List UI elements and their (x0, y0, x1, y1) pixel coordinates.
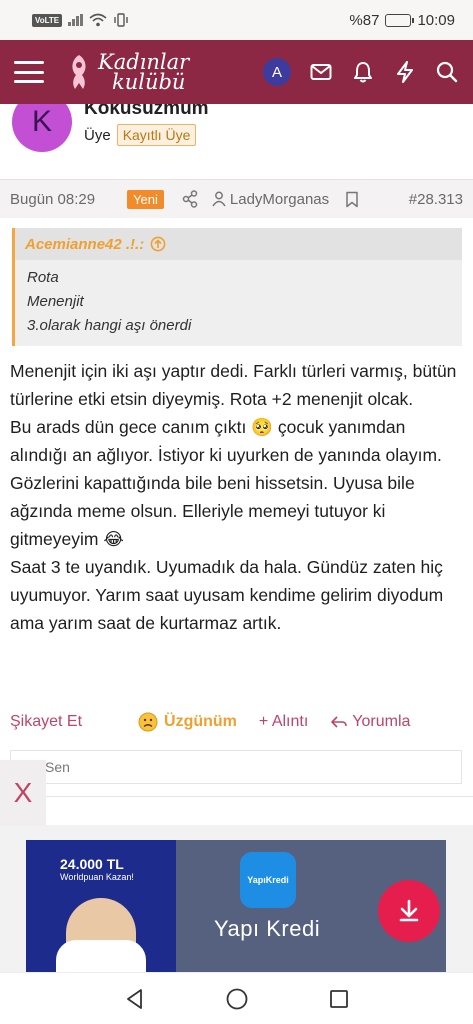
post-number[interactable]: #28.313 (409, 191, 463, 208)
mention-user[interactable]: LadyMorganas (212, 191, 329, 208)
site-logo[interactable]: Kadınlar kulübü (66, 50, 190, 94)
post-paragraph: Menenjit için iki aşı yaptır dedi. Farkl… (10, 361, 457, 409)
search-icon[interactable] (435, 60, 459, 84)
menu-icon[interactable] (14, 61, 44, 83)
post-paragraph: Bu arads dün gece canım çıktı 🥺 çocuk ya… (10, 417, 442, 549)
mail-icon[interactable] (309, 60, 333, 84)
quote-header[interactable]: Acemianne42 .!.: (15, 228, 462, 260)
ad-person-shirt (56, 940, 146, 972)
post-meta-bar: Bugün 08:29 Yeni LadyMorganas #28.313 (0, 180, 473, 218)
home-icon[interactable] (223, 985, 251, 1013)
quote-line: Rota (27, 269, 59, 286)
member-badge: Kayıtlı Üye (116, 124, 197, 146)
ad-promo-amount: 24.000 TL (60, 856, 124, 872)
header-icons: A (263, 58, 459, 86)
report-button[interactable]: Şikayet Et (10, 713, 82, 731)
author-meta: Üye Kayıtlı Üye (84, 124, 197, 146)
quote-button[interactable]: + Alıntı (259, 713, 308, 731)
ad-brand-name: Yapı Kredi (214, 916, 321, 941)
post-author-block: K Kokusuzmum Üye Kayıtlı Üye (0, 92, 473, 180)
ad-app-logo: YapıKredi (240, 852, 296, 908)
quote-line: 3.olarak hangi aşı önerdi (27, 317, 192, 334)
ad-area: 24.000 TL Worldpuan Kazan! YapıKredi Yap… (0, 825, 473, 972)
logo-mark-icon (72, 55, 86, 89)
download-icon[interactable] (378, 880, 440, 942)
bell-icon[interactable] (351, 60, 375, 84)
mention-username: LadyMorganas (229, 190, 330, 208)
reaction-label: Üzgünüm (164, 713, 237, 730)
ad-promo-sub: Worldpuan Kazan! (60, 872, 134, 882)
back-icon[interactable] (121, 985, 149, 1013)
post-body: Menenjit için iki aşı yaptır dedi. Farkl… (10, 357, 466, 637)
battery-percent: %87 (349, 11, 380, 29)
reactions-text: Sen (45, 759, 70, 775)
clock: 10:09 (417, 11, 455, 29)
arrow-up-circle-icon (150, 236, 166, 252)
quote-line: Menenjit (27, 293, 84, 310)
new-badge: Yeni (127, 189, 164, 209)
battery-icon (385, 13, 415, 27)
bookmark-icon[interactable] (345, 191, 359, 208)
share-icon[interactable] (182, 190, 198, 208)
ad-banner[interactable]: 24.000 TL Worldpuan Kazan! YapıKredi Yap… (26, 840, 446, 972)
quote-block: Acemianne42 .!.: Rota Menenjit 3.olarak … (12, 228, 462, 346)
quote-body: Rota Menenjit 3.olarak hangi aşı önerdi (15, 260, 462, 344)
vibrate-icon (114, 13, 128, 27)
user-icon (212, 191, 226, 207)
system-nav-bar (0, 972, 473, 1024)
status-right: %87 10:09 (349, 12, 455, 29)
post-paragraph: Saat 3 te uyandık. Uyumadık da hala. Gün… (10, 557, 444, 633)
wifi-icon (89, 13, 107, 27)
logo-text: Kadınlar kulübü (98, 50, 190, 94)
post-actions: Şikayet Et Üzgünüm + Alıntı Yorumla (0, 705, 473, 739)
reply-label: Yorumla (352, 713, 411, 730)
app-header: Kadınlar kulübü A (0, 40, 473, 104)
sad-face-icon (138, 712, 158, 732)
divider (0, 796, 473, 797)
author-role: Üye (84, 126, 111, 144)
user-avatar-button[interactable]: A (263, 58, 291, 86)
quote-author: Acemianne42 .!.: (25, 235, 145, 253)
ad-promo-panel: 24.000 TL Worldpuan Kazan! (26, 840, 176, 972)
reply-icon (331, 716, 348, 728)
status-left: VoLTE (32, 13, 129, 27)
reactions-summary[interactable]: Sen (10, 750, 462, 784)
lightning-icon[interactable] (393, 60, 417, 84)
reply-button[interactable]: Yorumla (330, 713, 410, 731)
volte-indicator: VoLTE (32, 13, 63, 27)
logo-line-1: Kadınlar (98, 50, 190, 74)
signal-icon (68, 14, 84, 26)
reaction-button[interactable]: Üzgünüm (138, 712, 237, 732)
logo-line-2: kulübü (112, 70, 186, 94)
post-time[interactable]: Bugün 08:29 (10, 191, 95, 208)
recents-icon[interactable] (325, 985, 353, 1013)
ad-close-button[interactable]: X (0, 760, 46, 826)
status-bar: VoLTE %87 10:09 (0, 0, 473, 40)
